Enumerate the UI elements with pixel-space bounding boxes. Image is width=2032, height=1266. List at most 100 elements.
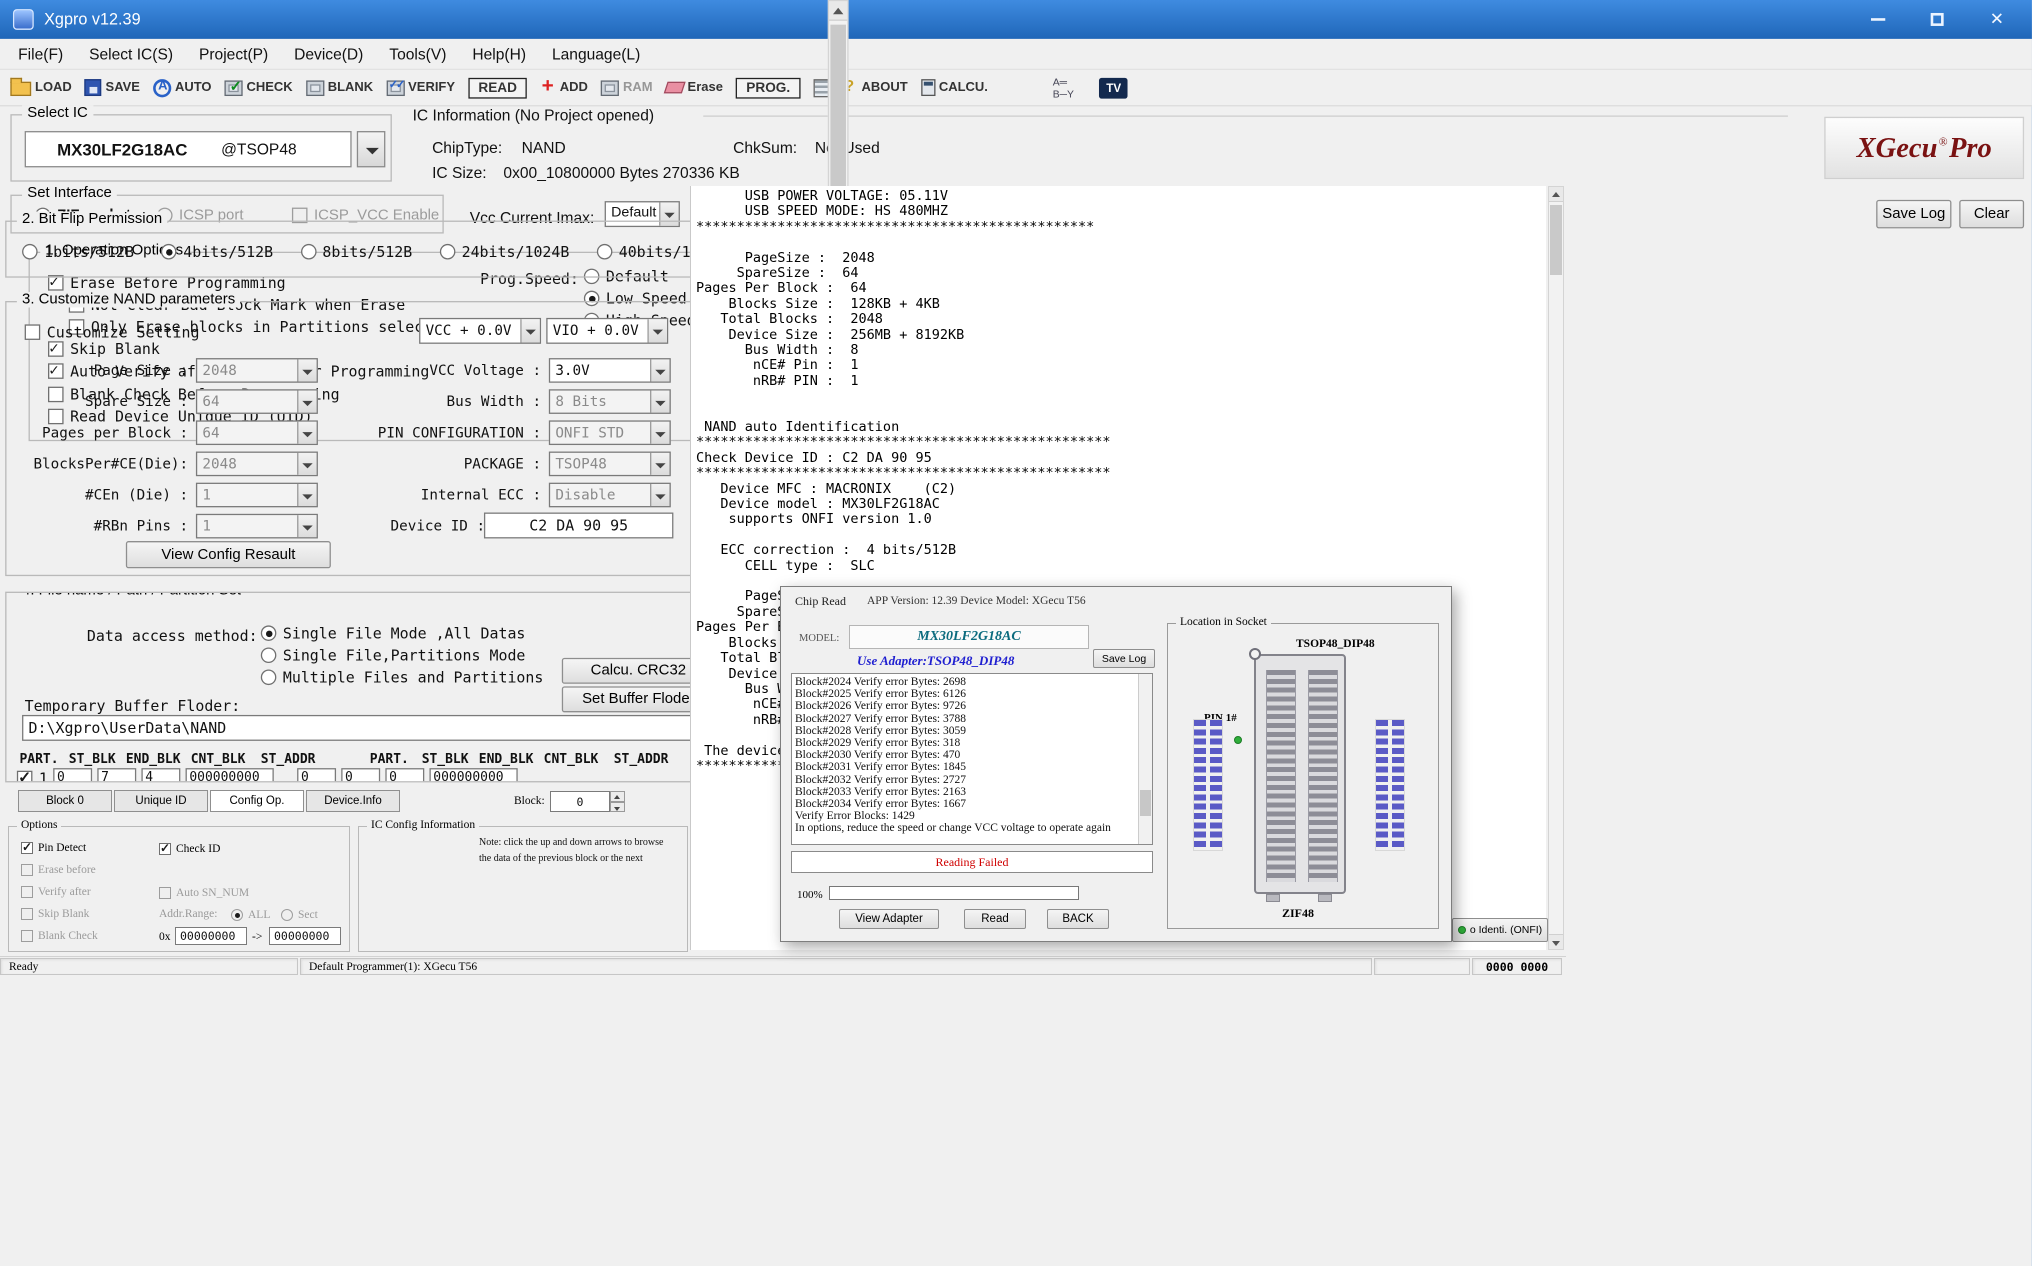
- bitflip-radio[interactable]: 4bits/512B: [161, 240, 273, 262]
- partition-enable-checkbox[interactable]: 1: [17, 767, 48, 783]
- vcc-offset-select[interactable]: VCC + 0.0V: [419, 318, 541, 344]
- verify-button[interactable]: VERIFY: [386, 80, 455, 96]
- menu-item[interactable]: File(F): [5, 38, 76, 69]
- load-button[interactable]: LOAD: [10, 79, 71, 96]
- nand-param-select[interactable]: 2048: [196, 451, 318, 476]
- nand-param-select[interactable]: ONFI STD: [549, 420, 671, 445]
- option-checkbox[interactable]: Erase before: [21, 859, 98, 881]
- identi-onfi-button[interactable]: o Identi. (ONFI): [1452, 918, 1548, 942]
- tab[interactable]: Config Op.: [210, 790, 304, 812]
- menu-item[interactable]: Help(H): [459, 38, 539, 69]
- buffer-path-input[interactable]: [22, 715, 717, 741]
- check-button[interactable]: CHECK: [224, 80, 292, 96]
- check-id-checkbox[interactable]: Check ID: [159, 840, 220, 857]
- bitflip-radio[interactable]: 1bits/512B: [22, 240, 134, 262]
- block-input[interactable]: [550, 791, 610, 812]
- about-button[interactable]: ABOUT: [842, 79, 908, 96]
- option-checkbox[interactable]: Verify after: [21, 881, 98, 903]
- socket-tool-button[interactable]: [814, 78, 830, 96]
- prog-button[interactable]: PROG.: [736, 77, 801, 98]
- vio-offset-select[interactable]: VIO + 0.0V: [546, 318, 668, 344]
- maximize-button[interactable]: [1923, 8, 1952, 31]
- clear-button[interactable]: Clear: [1959, 200, 2024, 229]
- ic-selector[interactable]: MX30LF2G18AC @TSOP48: [25, 131, 352, 167]
- nand-param-select[interactable]: 64: [196, 389, 318, 414]
- nand-param-select[interactable]: 64: [196, 420, 318, 445]
- menu-item[interactable]: Device(D): [281, 38, 376, 69]
- part2-st-addr-input[interactable]: [429, 767, 517, 782]
- ic-selector-dropdown-button[interactable]: [357, 131, 386, 167]
- part-st-blk-input[interactable]: [53, 767, 92, 782]
- erase-button[interactable]: Erase: [665, 80, 722, 94]
- nand-param-select[interactable]: 2048: [196, 357, 318, 382]
- nand-param-select[interactable]: 8 Bits: [549, 389, 671, 414]
- blank-button[interactable]: BLANK: [306, 80, 373, 96]
- bitflip-radio[interactable]: 24bits/1024B: [440, 240, 570, 262]
- nand-param-select[interactable]: 3.0V: [549, 357, 671, 382]
- nand-param-select[interactable]: Disable: [549, 482, 671, 507]
- addr-all-radio[interactable]: ALL: [231, 906, 270, 923]
- nand-param-select[interactable]: 1: [196, 482, 318, 507]
- auto-sn-checkbox[interactable]: Auto SN_NUM: [159, 884, 249, 901]
- tv-button[interactable]: TV: [1099, 77, 1128, 98]
- view-adapter-button[interactable]: View Adapter: [839, 909, 939, 929]
- auto-button[interactable]: AUTO: [153, 78, 212, 96]
- minimize-button[interactable]: [1863, 8, 1892, 31]
- part-st-addr-input[interactable]: [185, 767, 273, 782]
- tab[interactable]: Device.Info: [306, 790, 400, 812]
- option-checkbox[interactable]: Skip Blank: [21, 903, 98, 925]
- scrollbar-thumb[interactable]: [1140, 790, 1151, 816]
- addr-to-input[interactable]: [269, 927, 341, 945]
- config-note: Note: click the up and down arrows to br…: [479, 835, 663, 867]
- error-line: Block#2028 Verify error Bytes: 3059: [795, 725, 1136, 737]
- read-button[interactable]: Read: [964, 909, 1026, 929]
- data-access-radio[interactable]: Multiple Files and Partitions: [261, 666, 544, 688]
- scroll-up-icon[interactable]: [829, 1, 847, 20]
- calcu-button[interactable]: CALCU.: [921, 79, 988, 96]
- scroll-up-icon[interactable]: [1549, 187, 1563, 202]
- progress-percent: 100%: [797, 889, 823, 901]
- logic-converter-button[interactable]: [1001, 77, 1087, 98]
- scrollbar-thumb[interactable]: [1550, 205, 1562, 275]
- log-line: ECC correction : 4 bits/512B: [696, 543, 1546, 558]
- part2-end-blk-input[interactable]: [341, 767, 380, 782]
- tab[interactable]: Unique ID: [114, 790, 208, 812]
- radio-icon: [440, 243, 456, 259]
- close-button[interactable]: [1983, 8, 2012, 31]
- option-checkbox[interactable]: Blank Check: [21, 925, 98, 947]
- tab[interactable]: Block 0: [18, 790, 112, 812]
- option-checkbox[interactable]: Pin Detect: [21, 837, 98, 859]
- menu-item[interactable]: Tools(V): [376, 38, 459, 69]
- save-log-button[interactable]: Save Log: [1876, 200, 1951, 229]
- data-access-radio[interactable]: Single File,Partitions Mode: [261, 644, 544, 666]
- log-scrollbar[interactable]: [1548, 186, 1564, 950]
- customize-setting-checkbox[interactable]: Customize Setting: [25, 320, 200, 342]
- scroll-down-icon[interactable]: [1549, 934, 1563, 949]
- error-list[interactable]: Block#2024 Verify error Bytes: 2698Block…: [791, 673, 1153, 845]
- read-toolbar-button[interactable]: READ: [468, 77, 527, 98]
- list-scrollbar[interactable]: [1138, 674, 1152, 844]
- add-button[interactable]: ADD: [540, 80, 588, 96]
- dialog-save-log-button[interactable]: Save Log: [1093, 649, 1155, 668]
- part2-st-blk-input[interactable]: [297, 767, 336, 782]
- bitflip-radio[interactable]: 8bits/512B: [300, 240, 412, 262]
- menu-item[interactable]: Project(P): [186, 38, 281, 69]
- addr-from-input[interactable]: [175, 927, 247, 945]
- nand-param-select[interactable]: 1: [196, 513, 318, 538]
- part2-cnt-blk-input[interactable]: [385, 767, 424, 782]
- device-id-input[interactable]: [484, 513, 673, 539]
- options-group: Options Pin DetectErase beforeVerify aft…: [8, 826, 350, 952]
- spin-down-icon[interactable]: [610, 802, 625, 813]
- ram-button[interactable]: RAM: [601, 80, 653, 96]
- menu-item[interactable]: Language(L): [539, 38, 653, 69]
- part-cnt-blk-input[interactable]: [141, 767, 180, 782]
- data-access-radio[interactable]: Single File Mode ,All Datas: [261, 622, 544, 644]
- back-button[interactable]: BACK: [1047, 909, 1109, 929]
- save-button[interactable]: SAVE: [85, 79, 140, 96]
- menu-item[interactable]: Select IC(S): [76, 38, 186, 69]
- view-config-button[interactable]: View Config Resault: [126, 541, 331, 568]
- spin-up-icon[interactable]: [610, 791, 625, 802]
- addr-sect-radio[interactable]: Sect: [281, 906, 318, 923]
- nand-param-select[interactable]: TSOP48: [549, 451, 671, 476]
- part-end-blk-input[interactable]: [97, 767, 136, 782]
